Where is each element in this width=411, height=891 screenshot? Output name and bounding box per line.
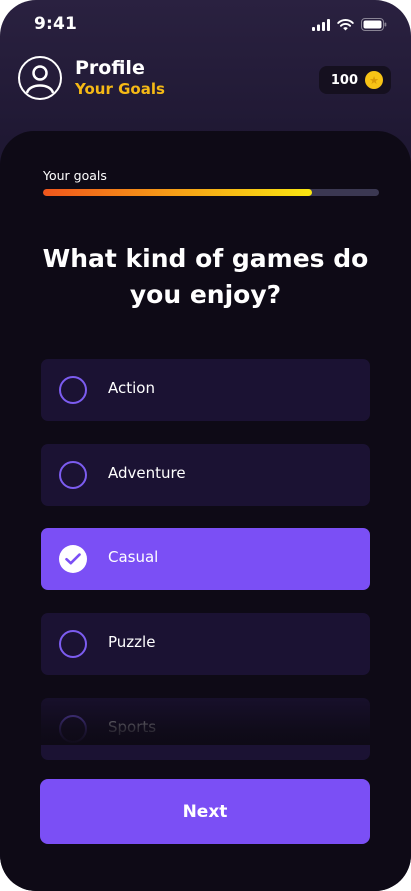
options-list: Action Adventure Casual Puzzle Sports [0,131,411,891]
status-time: 9:41 [34,14,78,34]
page-title: Profile [75,57,145,79]
coin-balance[interactable]: 100 ★ [318,66,391,94]
radio-unchecked-icon[interactable] [59,715,87,743]
check-icon[interactable] [59,545,87,573]
status-bar: 9:41 [0,0,411,48]
coin-count: 100 [330,72,358,88]
user-avatar-icon[interactable] [18,56,62,100]
option-sports[interactable]: Sports [41,698,370,760]
option-label: Sports [108,718,157,736]
goals-sheet: Your goals What kind of games do you enj… [0,131,411,891]
option-label: Action [108,379,155,397]
page-subtitle: Your Goals [75,80,165,98]
option-label: Adventure [108,464,186,482]
star-coin-icon: ★ [365,71,383,89]
option-action[interactable]: Action [41,359,370,421]
option-label: Puzzle [108,633,156,651]
radio-unchecked-icon[interactable] [59,376,87,404]
option-adventure[interactable]: Adventure [41,444,370,506]
battery-icon [361,16,387,35]
option-casual[interactable]: Casual [41,528,370,590]
wifi-icon [337,16,354,35]
status-icons [312,16,387,35]
radio-unchecked-icon[interactable] [59,630,87,658]
phone-screen: 9:41 Profile Your Goals 100 ★ Your goals… [0,0,411,891]
cellular-signal-icon [312,16,330,35]
profile-header: Profile Your Goals 100 ★ [0,48,411,128]
option-label: Casual [108,548,159,566]
next-button[interactable]: Next [40,779,370,844]
radio-unchecked-icon[interactable] [59,461,87,489]
option-puzzle[interactable]: Puzzle [41,613,370,675]
